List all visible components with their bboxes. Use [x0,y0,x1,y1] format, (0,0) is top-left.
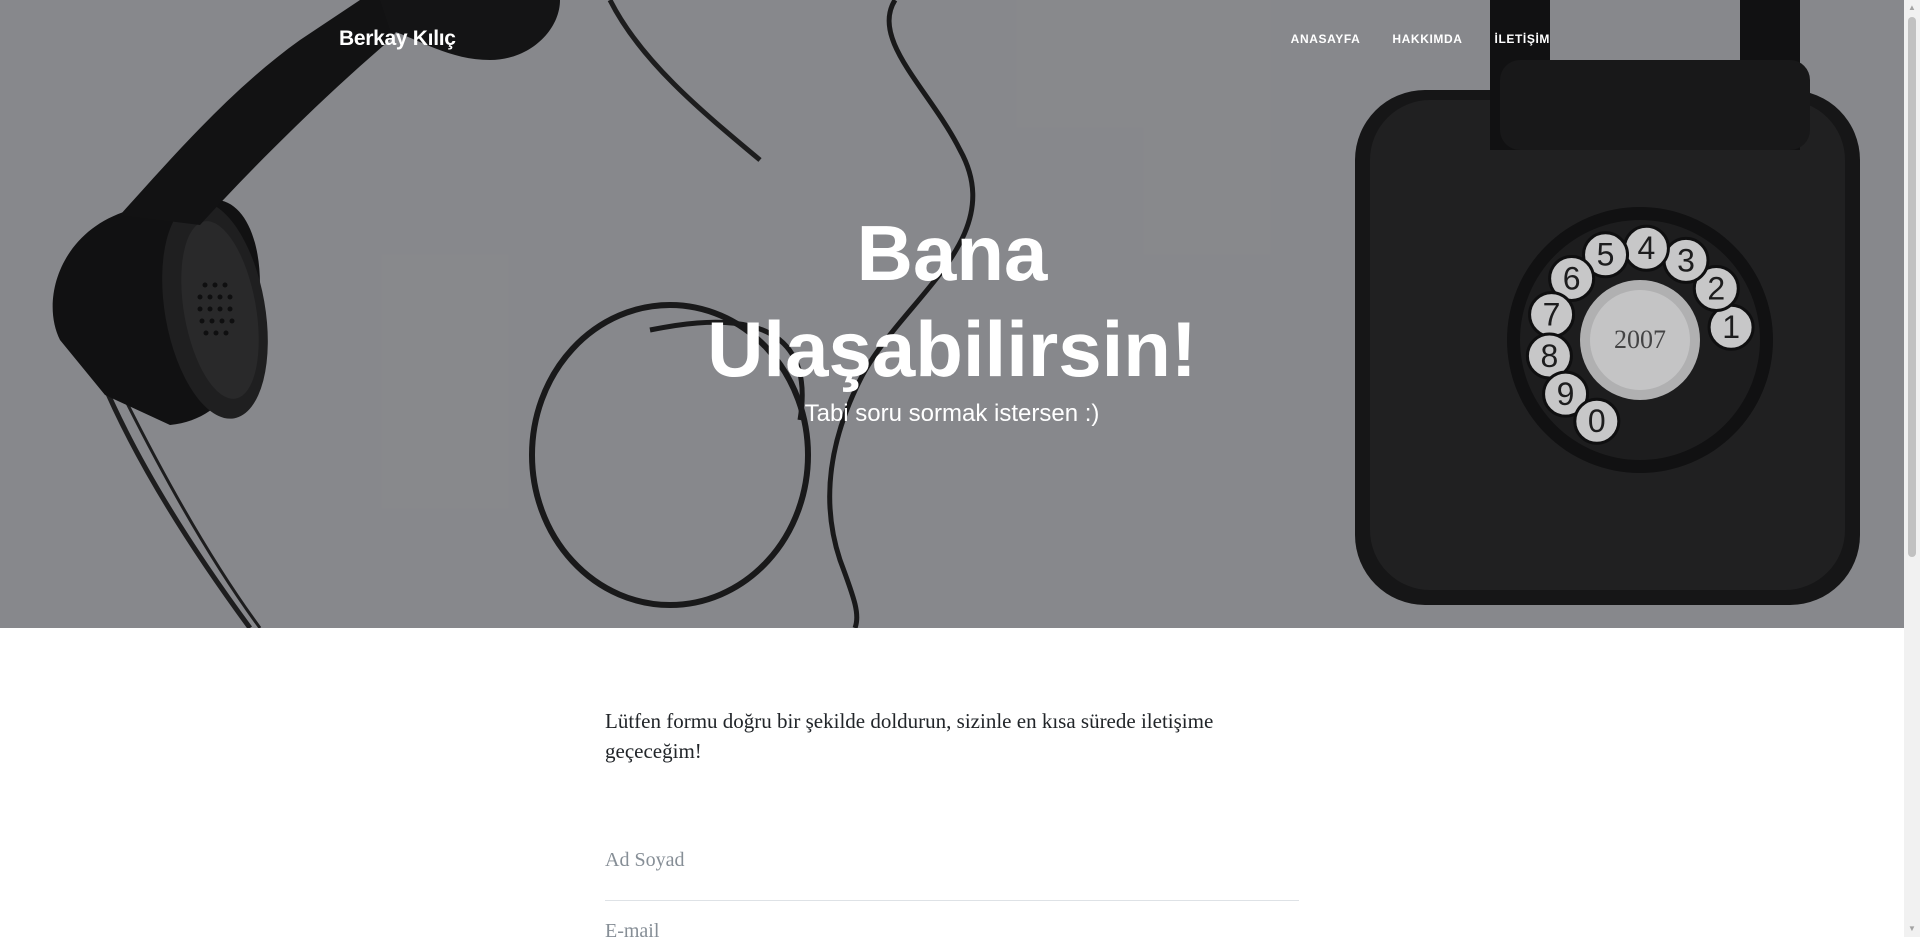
scroll-down-arrow-icon[interactable]: ▼ [1904,921,1920,937]
nav-link-anasayfa[interactable]: ANASAYFA [1291,32,1361,46]
contact-intro-text: Lütfen formu doğru bir şekilde doldurun,… [605,709,1214,763]
name-field [605,830,1299,901]
nav-link-iletisim[interactable]: İLETİŞİM [1495,32,1550,46]
email-field [605,901,1299,937]
scrollbar-thumb[interactable] [1908,17,1916,557]
nav-link-hakkimda[interactable]: HAKKIMDA [1392,32,1462,46]
page: 2007 1234567890 Berkay Kılıç ANASAYFA HA… [0,0,1904,937]
main-nav: ANASAYFA HAKKIMDA İLETİŞİM [1291,32,1550,46]
email-input[interactable] [605,901,1295,937]
scroll-up-arrow-icon[interactable]: ▲ [1904,0,1920,16]
vertical-scrollbar[interactable]: ▲ ▼ [1904,0,1920,937]
page-title: Bana Ulaşabilirsin! [0,205,1904,397]
page-subtitle: Tabi soru sormak istersen :) [804,400,1100,427]
page-title-line-1: Bana [856,209,1048,297]
brand-logo-link[interactable]: Berkay Kılıç [339,27,456,51]
hero-section: 2007 1234567890 Berkay Kılıç ANASAYFA HA… [0,0,1904,628]
contact-content: Lütfen formu doğru bir şekilde doldurun,… [605,706,1299,937]
name-input[interactable] [605,830,1295,890]
page-title-line-2: Ulaşabilirsin! [707,305,1197,393]
